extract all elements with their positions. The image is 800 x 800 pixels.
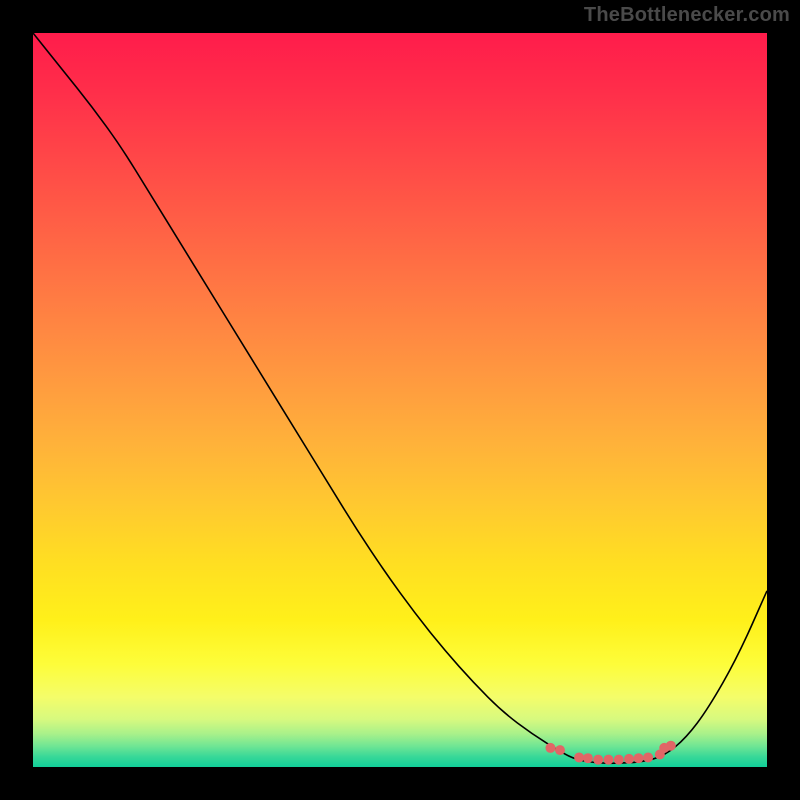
optimal-dot [593, 755, 603, 765]
optimal-dot [555, 745, 565, 755]
optimal-dot [666, 741, 676, 751]
optimal-dot [634, 753, 644, 763]
optimal-dot [603, 755, 613, 765]
optimal-dot [614, 755, 624, 765]
attribution-label: TheBottlenecker.com [584, 4, 790, 27]
gradient-background [33, 33, 767, 767]
plot-area [33, 33, 767, 767]
optimal-dot [643, 752, 653, 762]
chart-svg [33, 33, 767, 767]
optimal-dot [574, 752, 584, 762]
optimal-dot [545, 743, 555, 753]
optimal-dot [583, 753, 593, 763]
chart-container: TheBottlenecker.com [0, 0, 800, 800]
optimal-dot [624, 754, 634, 764]
